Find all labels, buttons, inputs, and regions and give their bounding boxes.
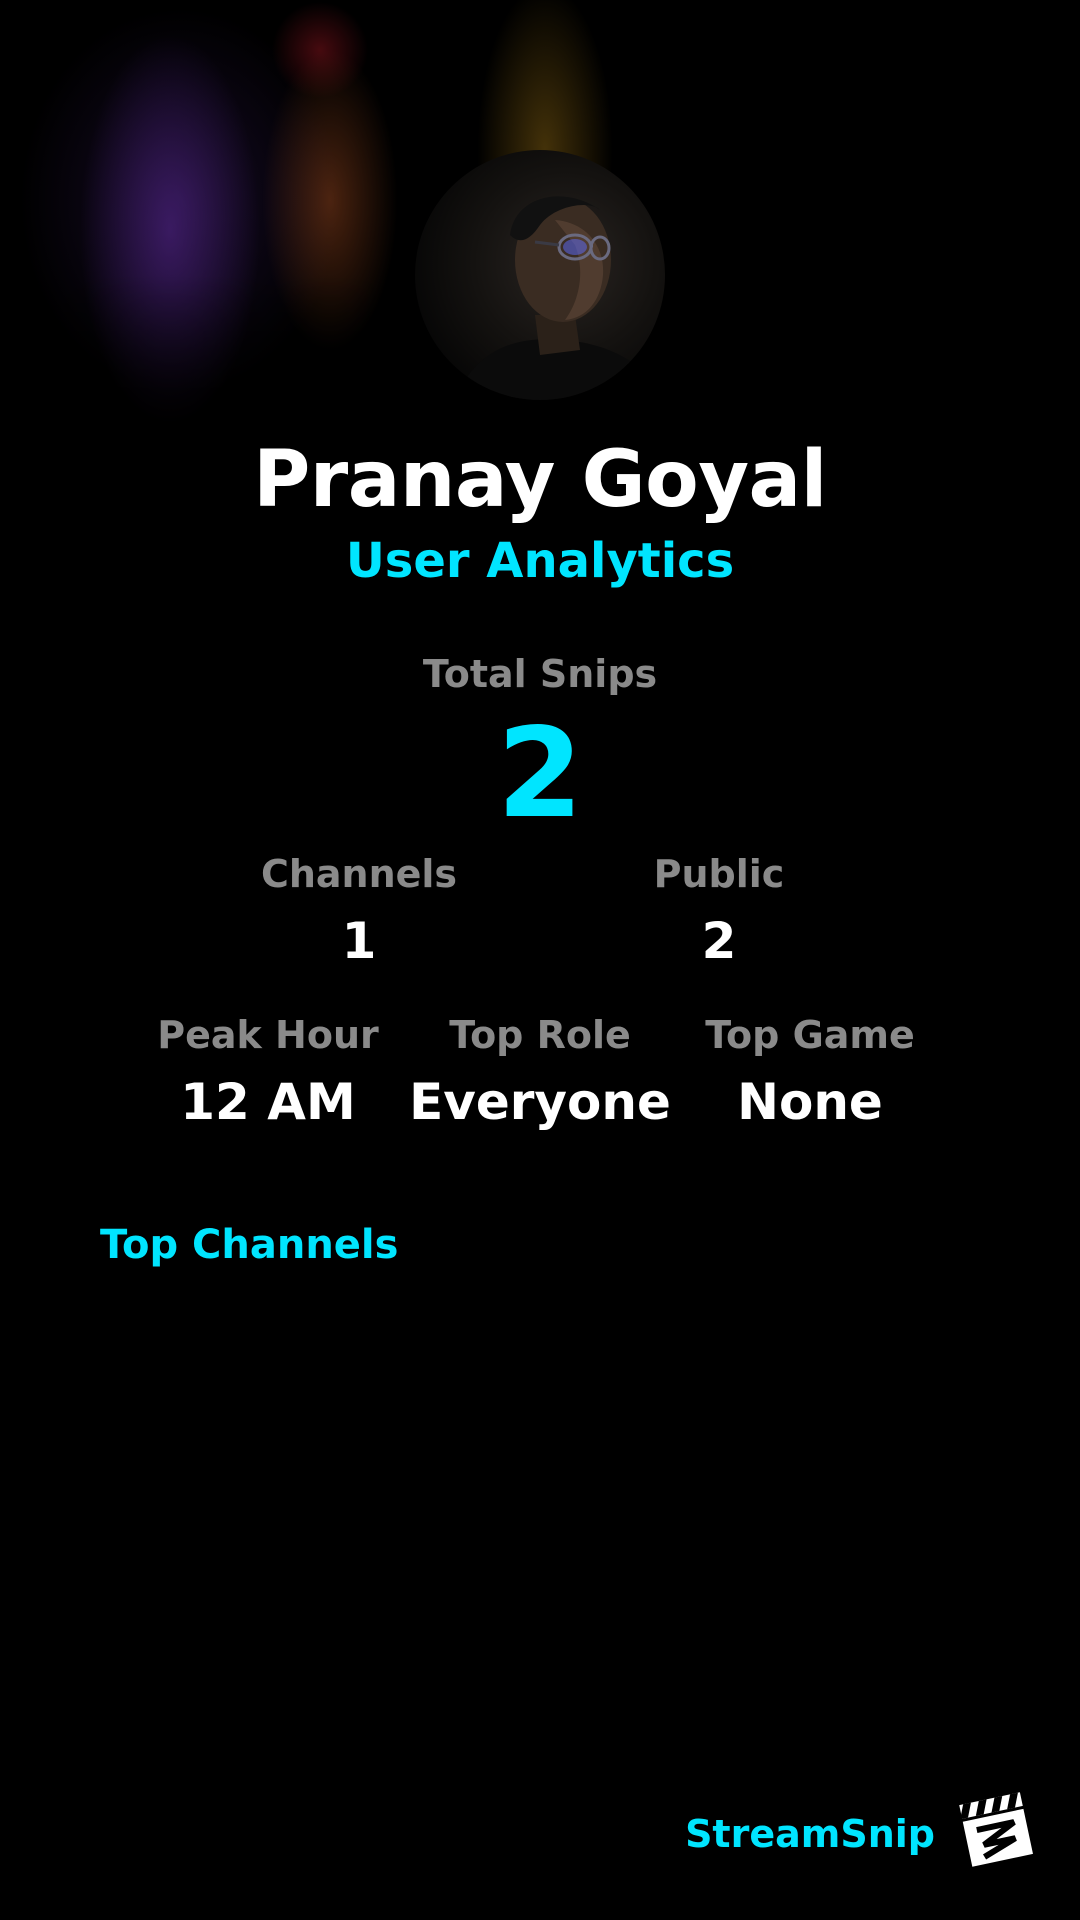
page-subtitle: User Analytics	[345, 533, 735, 589]
avatar-photo	[455, 196, 665, 400]
brand-name: StreamSnip	[685, 1812, 935, 1856]
peak-hour-label: Peak Hour	[157, 1013, 379, 1057]
public-label: Public	[653, 852, 785, 896]
clapperboard-logo-icon	[957, 1790, 1035, 1868]
top-role-value: Everyone	[409, 1073, 671, 1131]
top-role-label: Top Role	[449, 1013, 631, 1057]
user-name: Pranay Goyal	[253, 435, 827, 525]
brand-footer: StreamSnip	[685, 1790, 1035, 1870]
top-game-value: None	[737, 1073, 883, 1131]
top-game-label: Top Game	[705, 1013, 915, 1057]
top-channels-heading: Top Channels	[100, 1222, 399, 1268]
avatar	[415, 150, 665, 400]
channels-label: Channels	[260, 852, 458, 896]
peak-hour-value: 12 AM	[180, 1073, 356, 1131]
total-snips-label: Total Snips	[422, 652, 658, 696]
public-value: 2	[701, 912, 737, 970]
channels-value: 1	[341, 912, 377, 970]
total-snips-value: 2	[496, 702, 584, 846]
